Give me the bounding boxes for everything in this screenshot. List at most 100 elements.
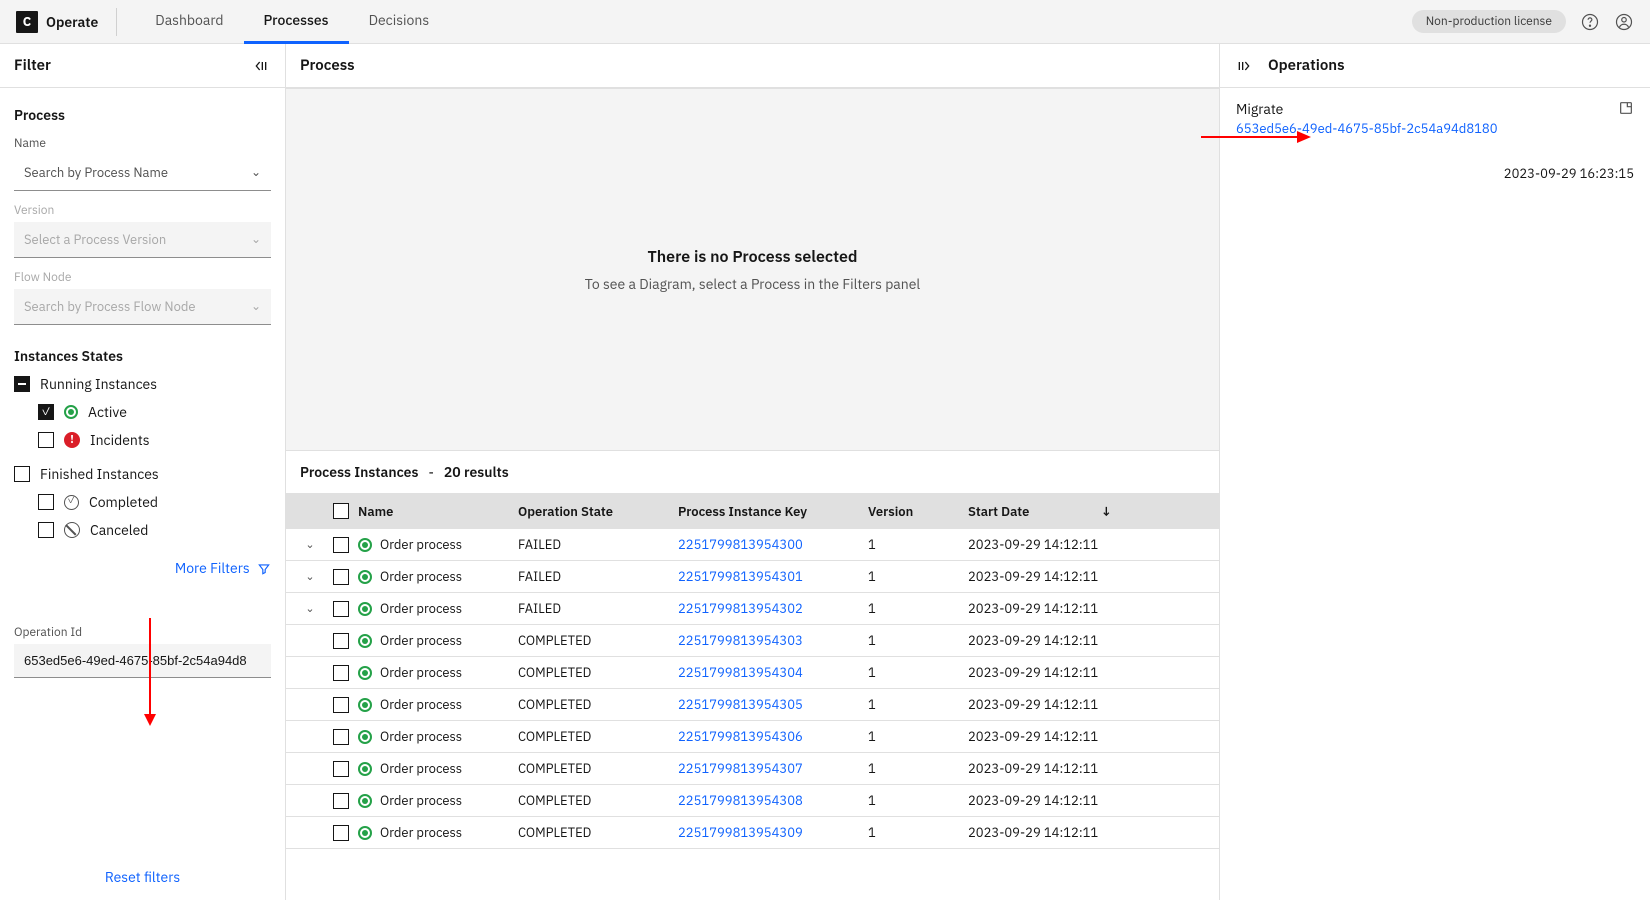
app-brand[interactable]: C Operate (16, 8, 117, 36)
row-checkbox[interactable] (333, 665, 349, 681)
row-checkbox[interactable] (333, 825, 349, 841)
process-name-select[interactable]: Search by Process Name ⌄ (14, 155, 271, 191)
row-start: 2023-09-29 14:12:11 (968, 760, 1128, 777)
table-row: Order process COMPLETED 2251799813954308… (286, 785, 1219, 817)
center-column: Process There is no Process selected To … (286, 44, 1220, 900)
row-version: 1 (868, 824, 968, 841)
active-icon (358, 634, 372, 648)
nav-dashboard[interactable]: Dashboard (135, 0, 243, 44)
incidents-checkbox[interactable] (38, 432, 54, 448)
completed-checkbox[interactable] (38, 494, 54, 510)
app-name: Operate (46, 13, 98, 31)
filter-icon (257, 562, 271, 576)
row-opstate: COMPLETED (518, 728, 678, 745)
table-row: Order process COMPLETED 2251799813954307… (286, 753, 1219, 785)
row-version: 1 (868, 760, 968, 777)
running-checkbox[interactable] (14, 376, 30, 392)
col-name[interactable]: Name (358, 503, 518, 520)
row-version: 1 (868, 728, 968, 745)
row-checkbox[interactable] (333, 697, 349, 713)
version-placeholder: Select a Process Version (24, 231, 166, 248)
active-checkbox[interactable] (38, 404, 54, 420)
name-label: Name (14, 136, 271, 151)
nav-processes[interactable]: Processes (244, 0, 349, 44)
finished-checkbox[interactable] (14, 466, 30, 482)
user-icon[interactable] (1614, 12, 1634, 32)
active-icon (358, 794, 372, 808)
row-checkbox[interactable] (333, 761, 349, 777)
row-checkbox[interactable] (333, 729, 349, 745)
row-checkbox[interactable] (333, 569, 349, 585)
header: C Operate Dashboard Processes Decisions … (0, 0, 1650, 44)
canceled-checkbox[interactable] (38, 522, 54, 538)
row-start: 2023-09-29 14:12:11 (968, 728, 1128, 745)
expand-operations-icon[interactable] (1234, 56, 1254, 76)
col-key[interactable]: Process Instance Key (678, 503, 868, 520)
row-key-link[interactable]: 2251799813954301 (678, 568, 803, 585)
canceled-icon (64, 522, 80, 538)
row-name: Order process (380, 536, 462, 553)
process-version-select: Select a Process Version ⌄ (14, 222, 271, 258)
more-filters-link[interactable]: More Filters (175, 559, 271, 577)
row-opstate: COMPLETED (518, 696, 678, 713)
row-checkbox[interactable] (333, 793, 349, 809)
row-version: 1 (868, 536, 968, 553)
row-name: Order process (380, 568, 462, 585)
instances-title: Process Instances (300, 463, 418, 481)
row-key-link[interactable]: 2251799813954308 (678, 792, 803, 809)
row-start: 2023-09-29 14:12:11 (968, 568, 1128, 585)
row-key-link[interactable]: 2251799813954305 (678, 696, 803, 713)
filter-panel: Filter Process Name Search by Process Na… (0, 44, 286, 900)
table-row: Order process COMPLETED 2251799813954309… (286, 817, 1219, 849)
states-title: Instances States (14, 347, 271, 365)
operation-type: Migrate (1236, 100, 1498, 118)
row-checkbox[interactable] (333, 601, 349, 617)
row-opstate: COMPLETED (518, 792, 678, 809)
row-opstate: COMPLETED (518, 760, 678, 777)
collapse-filter-icon[interactable] (251, 56, 271, 76)
row-opstate: FAILED (518, 568, 678, 585)
row-version: 1 (868, 664, 968, 681)
expand-row-icon[interactable]: ⌄ (305, 570, 314, 584)
col-start-label: Start Date (968, 503, 1029, 520)
row-key-link[interactable]: 2251799813954309 (678, 824, 803, 841)
active-icon (358, 570, 372, 584)
table-row: Order process COMPLETED 2251799813954304… (286, 657, 1219, 689)
row-key-link[interactable]: 2251799813954307 (678, 760, 803, 777)
row-key-link[interactable]: 2251799813954306 (678, 728, 803, 745)
table-row: ⌄ Order process FAILED 2251799813954302 … (286, 593, 1219, 625)
finished-label: Finished Instances (40, 465, 159, 483)
row-key-link[interactable]: 2251799813954300 (678, 536, 803, 553)
operations-title: Operations (1268, 56, 1345, 75)
row-start: 2023-09-29 14:12:11 (968, 696, 1128, 713)
operations-panel: Operations Migrate 653ed5e6-49ed-4675-85… (1220, 44, 1650, 900)
annotation-arrow-right-icon (1201, 127, 1311, 147)
row-start: 2023-09-29 14:12:11 (968, 600, 1128, 617)
annotation-arrow-down-icon (140, 618, 160, 728)
row-key-link[interactable]: 2251799813954303 (678, 632, 803, 649)
row-checkbox[interactable] (333, 537, 349, 553)
open-operation-icon[interactable] (1618, 100, 1634, 116)
expand-row-icon[interactable]: ⌄ (305, 602, 314, 616)
row-opstate: FAILED (518, 536, 678, 553)
table-row: Order process COMPLETED 2251799813954305… (286, 689, 1219, 721)
reset-filters-link[interactable]: Reset filters (105, 868, 180, 886)
instances-count: 20 results (444, 463, 509, 481)
col-opstate[interactable]: Operation State (518, 503, 678, 520)
col-version[interactable]: Version (868, 503, 968, 520)
row-version: 1 (868, 696, 968, 713)
active-icon (358, 698, 372, 712)
active-icon (358, 730, 372, 744)
expand-row-icon[interactable]: ⌄ (305, 538, 314, 552)
help-icon[interactable] (1580, 12, 1600, 32)
row-checkbox[interactable] (333, 633, 349, 649)
col-start[interactable]: Start Date ↓ (968, 503, 1128, 520)
row-key-link[interactable]: 2251799813954304 (678, 664, 803, 681)
table-header: Name Operation State Process Instance Ke… (286, 493, 1219, 529)
row-key-link[interactable]: 2251799813954302 (678, 600, 803, 617)
process-name-placeholder: Search by Process Name (24, 164, 168, 181)
nav-decisions[interactable]: Decisions (349, 0, 450, 44)
select-all-checkbox[interactable] (333, 503, 349, 519)
operation-timestamp: 2023-09-29 16:23:15 (1236, 165, 1634, 182)
canceled-label: Canceled (90, 521, 148, 539)
